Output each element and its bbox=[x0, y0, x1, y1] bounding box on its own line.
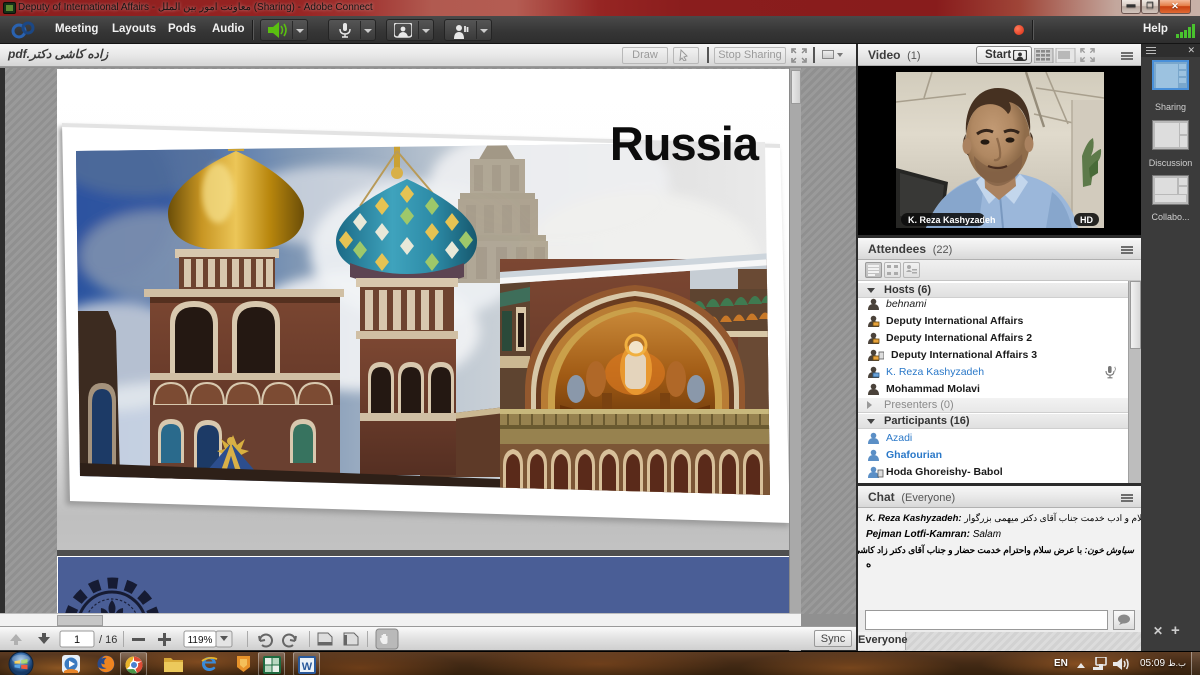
svg-text:1: 1 bbox=[74, 634, 80, 646]
svg-text:Russia: Russia bbox=[610, 117, 760, 170]
svg-text:K. Reza Kashyzadeh: K. Reza Kashyzadeh bbox=[908, 215, 996, 225]
svg-text:/ 16: / 16 bbox=[99, 634, 117, 646]
svg-text:W: W bbox=[302, 661, 313, 673]
svg-text:HD: HD bbox=[1080, 215, 1093, 225]
svg-text:119%: 119% bbox=[188, 635, 213, 646]
